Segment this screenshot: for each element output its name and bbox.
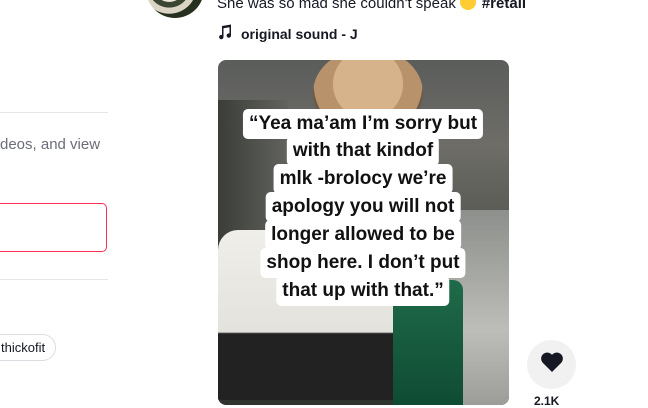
overlay-line: longer allowed to be <box>265 220 461 250</box>
post-caption: She was so mad she couldn't speak #retail <box>217 0 526 12</box>
music-note-icon <box>217 24 233 43</box>
overlay-line: apology you will not <box>265 192 461 222</box>
video-player[interactable]: “Yea ma’am I’m sorry but with that kindo… <box>218 60 509 405</box>
overlay-line: with that kindof <box>286 136 440 166</box>
login-button[interactable] <box>0 203 107 252</box>
heart-icon <box>540 351 564 378</box>
overlay-line: “Yea ma’am I’m sorry but <box>242 109 484 139</box>
like-button[interactable] <box>527 340 576 389</box>
sound-link[interactable]: original sound - J <box>217 24 358 43</box>
hashtag-link[interactable]: #retail <box>482 0 526 12</box>
sound-label: original sound - J <box>241 25 358 42</box>
login-prompt-text: deos, and view <box>0 136 101 153</box>
sidebar-divider-bottom <box>0 279 108 280</box>
sidebar-divider-top <box>0 112 108 113</box>
overlay-line: that up with that.” <box>276 276 450 306</box>
like-count: 2.1K <box>534 394 560 408</box>
overlay-line: mlk -brolocy we’re <box>273 164 453 194</box>
overlay-line: shop here. I don’t put <box>260 248 466 278</box>
caption-text: She was so mad she couldn't speak <box>217 0 456 12</box>
grinning-sweat-emoji-icon <box>459 0 476 10</box>
suggested-tag-chip[interactable]: thickofit <box>0 334 57 361</box>
avatar[interactable] <box>146 0 204 18</box>
